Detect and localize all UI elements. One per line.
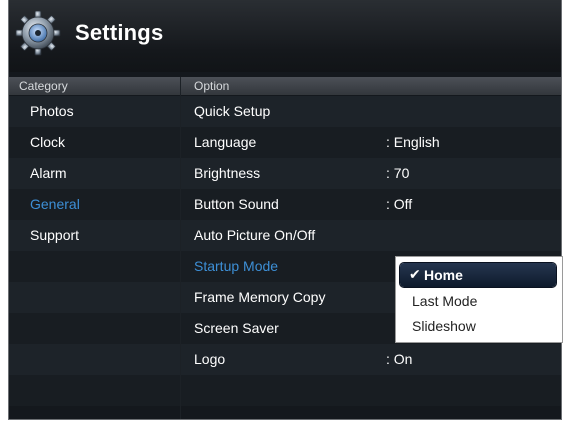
table-row: General Button Sound : Off xyxy=(9,189,561,220)
category-item-support[interactable]: Support xyxy=(30,227,79,243)
page-title: Settings xyxy=(75,20,164,45)
table-row: Support Auto Picture On/Off xyxy=(9,220,561,251)
settings-window: Settings Category Option Photos Quick Se… xyxy=(8,0,562,420)
option-logo-value: : On xyxy=(386,351,413,367)
title-bar: Settings xyxy=(9,0,561,72)
category-column-header: Category xyxy=(19,79,68,93)
option-language[interactable]: Language xyxy=(194,134,256,150)
category-item-clock[interactable]: Clock xyxy=(30,134,65,150)
gear-icon xyxy=(15,10,61,56)
table-row: Logo : On xyxy=(9,344,561,375)
option-quick-setup[interactable]: Quick Setup xyxy=(194,103,270,119)
category-item-general[interactable]: General xyxy=(30,196,80,212)
option-screen-saver[interactable]: Screen Saver xyxy=(194,320,279,336)
table-row: Clock Language : English xyxy=(9,127,561,158)
popup-item-label: Home xyxy=(424,267,463,283)
popup-item-home[interactable]: ✔ Home xyxy=(400,263,556,287)
popup-item-slideshow[interactable]: Slideshow xyxy=(412,318,476,334)
option-button-sound[interactable]: Button Sound xyxy=(194,196,279,212)
category-item-photos[interactable]: Photos xyxy=(30,103,74,119)
column-header-row: Category Option xyxy=(9,77,561,95)
popup-item-last-mode[interactable]: Last Mode xyxy=(412,293,477,309)
option-column-header: Option xyxy=(194,79,230,93)
option-auto-picture[interactable]: Auto Picture On/Off xyxy=(194,227,315,243)
option-language-value: : English xyxy=(386,134,440,150)
option-brightness[interactable]: Brightness xyxy=(194,165,260,181)
table-row: Alarm Brightness : 70 xyxy=(9,158,561,189)
column-divider xyxy=(180,77,181,419)
table-row xyxy=(9,375,561,406)
category-item-alarm[interactable]: Alarm xyxy=(30,165,67,181)
option-frame-memory-copy[interactable]: Frame Memory Copy xyxy=(194,289,325,305)
option-brightness-value: : 70 xyxy=(386,165,410,181)
option-startup-mode[interactable]: Startup Mode xyxy=(194,258,278,274)
checkmark-icon: ✔ xyxy=(409,266,421,282)
startup-mode-popup: ✔ Home Last Mode Slideshow xyxy=(395,256,563,343)
option-logo[interactable]: Logo xyxy=(194,351,225,367)
option-button-sound-value: : Off xyxy=(386,196,413,212)
table-row: Photos Quick Setup xyxy=(9,96,561,127)
